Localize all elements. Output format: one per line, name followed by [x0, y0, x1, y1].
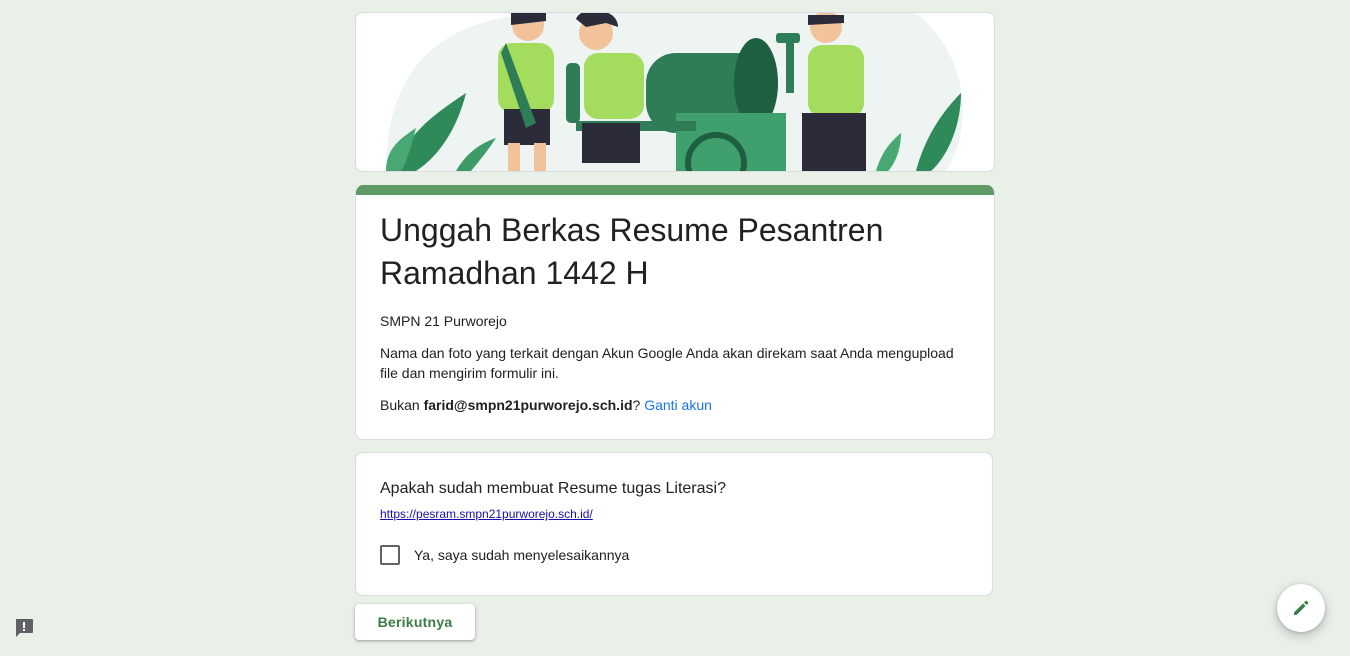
form-subtitle: SMPN 21 Purworejo [380, 313, 507, 329]
account-line: Bukan farid@smpn21purworejo.sch.id? Gant… [380, 395, 970, 415]
accent-bar [356, 185, 994, 195]
header-banner [355, 12, 995, 172]
question-link[interactable]: https://pesram.smpn21purworejo.sch.id/ [380, 507, 593, 521]
email-suffix: ? [632, 397, 641, 413]
form-title-card: Unggah Berkas Resume Pesantren Ramadhan … [355, 185, 995, 440]
form-notice: Nama dan foto yang terkait dengan Akun G… [380, 345, 954, 381]
report-problem-icon[interactable] [13, 617, 35, 639]
question-title: Apakah sudah membuat Resume tugas Litera… [380, 480, 726, 497]
checkbox-label: Ya, saya sudah menyelesaikannya [414, 547, 630, 563]
edit-button[interactable] [1277, 584, 1325, 632]
form-container: Unggah Berkas Resume Pesantren Ramadhan … [355, 12, 995, 596]
banner-illustration [386, 13, 963, 171]
email-prefix: Bukan [380, 397, 424, 413]
question-card: Apakah sudah membuat Resume tugas Litera… [355, 452, 993, 596]
next-button[interactable]: Berikutnya [355, 604, 475, 640]
account-email: farid@smpn21purworejo.sch.id [423, 397, 633, 413]
checkbox-option[interactable]: Ya, saya sudah menyelesaikannya [380, 545, 968, 565]
checkbox[interactable] [380, 545, 400, 565]
pencil-icon [1294, 600, 1309, 615]
switch-account-link[interactable]: Ganti akun [644, 397, 712, 413]
form-title: Unggah Berkas Resume Pesantren Ramadhan … [380, 212, 884, 291]
